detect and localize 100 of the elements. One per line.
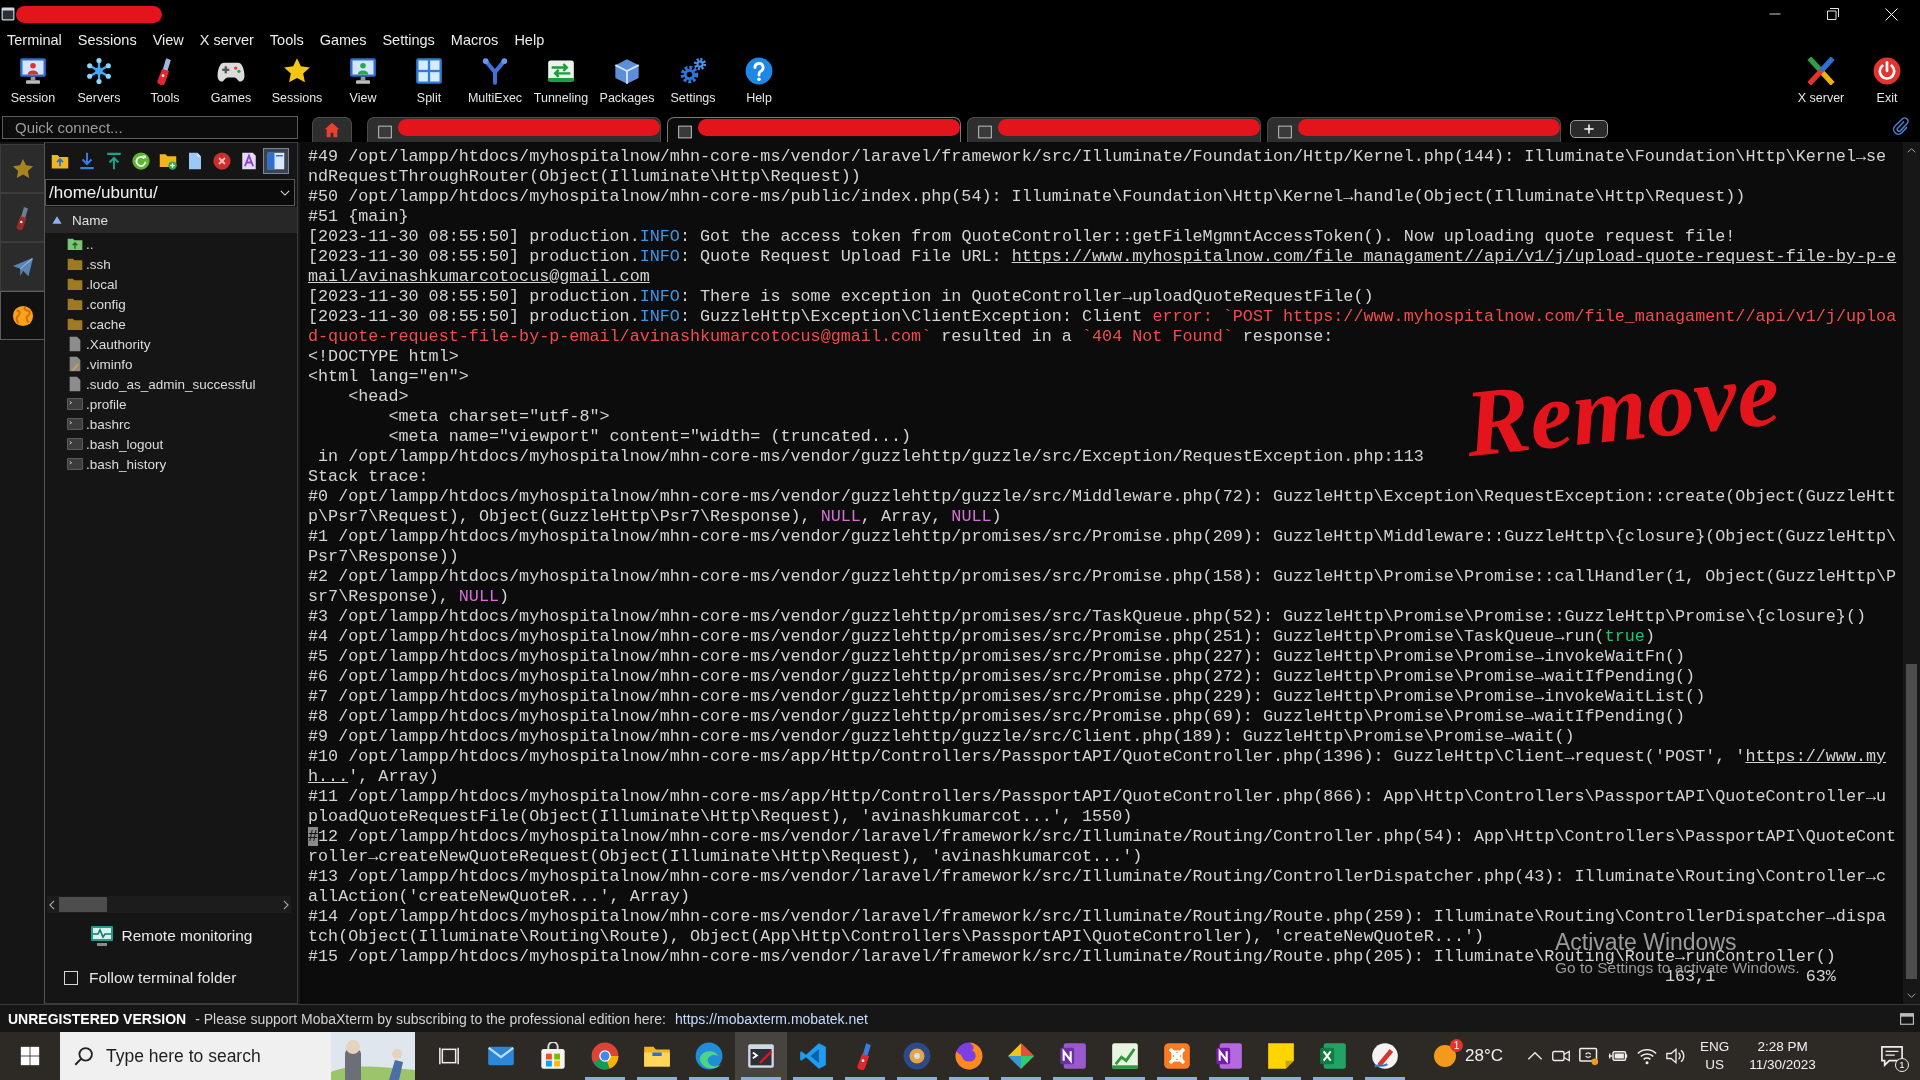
toolbar-button[interactable]: X server: [1788, 52, 1854, 112]
scrollbar-thumb[interactable]: [1906, 664, 1917, 979]
file-item[interactable]: .local: [45, 274, 297, 294]
file-item[interactable]: .profile: [45, 394, 297, 414]
session-tab[interactable]: [667, 117, 961, 142]
toolbar-button[interactable]: Exit: [1854, 52, 1920, 112]
chevron-right-icon: [281, 899, 291, 910]
language-indicator[interactable]: ENG US: [1700, 1038, 1730, 1074]
restore-icon[interactable]: [1827, 8, 1839, 20]
quick-connect-field[interactable]: Quick connect...: [2, 116, 298, 139]
handwritten-annotation: Remove: [1460, 343, 1784, 473]
menu-item[interactable]: Macros: [443, 32, 506, 48]
website-link[interactable]: https://mobaxterm.mobatek.net: [674, 1010, 868, 1027]
toolbar-button[interactable]: Tools: [132, 52, 198, 112]
window-icon[interactable]: [1900, 1011, 1914, 1026]
taskbar-app[interactable]: [735, 1032, 787, 1080]
toolbar-button[interactable]: Sessions: [264, 52, 330, 112]
file-item[interactable]: .ssh: [45, 254, 297, 274]
scrollbar-thumb[interactable]: [59, 897, 107, 912]
file-item[interactable]: .sudo_as_admin_successful: [45, 374, 297, 394]
terminal-link[interactable]: mail/avinashkumarcotocus@gmail.com: [308, 267, 650, 286]
terminal-line: #10 /opt/lampp/htdocs/myhospitalnow/mhn-core-ms/app/Http/Controllers/PassportAPI/QuoteController.php(1396): GuzzleHttp\Client→request('POST', 'https://www.my: [308, 747, 1887, 767]
speaker-icon[interactable]: [1666, 1046, 1686, 1066]
terminal-line: [2023-11-30 08:55:50] production.INFO: There is some exception in QuoteController→uploadQuoteRequestFile(): [308, 287, 1374, 307]
menu-item[interactable]: Terminal: [0, 32, 69, 48]
menu-item[interactable]: Sessions: [70, 32, 144, 48]
menu-item[interactable]: Games: [312, 32, 374, 48]
terminal-icon: [1, 7, 15, 21]
file-icon: [67, 336, 83, 352]
file-item[interactable]: ..: [45, 234, 297, 254]
file-item[interactable]: .viminfo: [45, 354, 297, 374]
sidebar-tab[interactable]: [0, 291, 44, 340]
file-tool-button[interactable]: [263, 148, 289, 174]
toolbar-button[interactable]: Games: [198, 52, 264, 112]
terminal-link[interactable]: https://www.myhospitalnow.com/file_managament//api/v1/j/upload-quote-request-file-by-p-e: [1011, 247, 1897, 266]
display-icon[interactable]: [1579, 1046, 1599, 1066]
terminal-link[interactable]: h...: [308, 767, 349, 786]
home-icon: [324, 122, 340, 138]
checkbox[interactable]: [64, 971, 78, 985]
toolbar-button[interactable]: Help: [726, 52, 792, 112]
terminal-line: #14 /opt/lampp/htdocs/myhospitalnow/mhn-core-ms/vendor/laravel/framework/src/Illuminate/Routing/Route.php(259): Illuminate\Routing\ControllerDispatcher→dispa: [308, 907, 1887, 927]
package-icon: [613, 57, 641, 85]
toolbar-button[interactable]: View: [330, 52, 396, 112]
toolbar-button[interactable]: Settings: [660, 52, 726, 112]
terminal-file-icon: [67, 436, 83, 452]
terminal-line: p\Psr7\Request), Object(GuzzleHttp\Psr7\Response), NULL, Array, NULL): [308, 507, 1002, 527]
terminal-icon: [678, 125, 692, 139]
toolbar-button[interactable]: Session: [0, 52, 66, 112]
home-tab[interactable]: [312, 117, 352, 142]
column-header[interactable]: Name: [45, 207, 297, 233]
file-item[interactable]: .bashrc: [45, 414, 297, 434]
terminal-line: #7 /opt/lampp/htdocs/myhospitalnow/mhn-core-ms/vendor/guzzlehttp/promises/src/Promise.php(229): GuzzleHttp\Promise\Promise→invokeWaitList(): [308, 687, 1706, 707]
file-item[interactable]: .bash_logout: [45, 434, 297, 454]
panel-icon: [267, 152, 285, 170]
close-icon[interactable]: [1884, 7, 1898, 21]
new-tab-button[interactable]: [1570, 120, 1608, 138]
network-nodes-icon: [85, 57, 113, 85]
clock[interactable]: 2:28 PM 11/30/2023: [1749, 1038, 1816, 1074]
file-item[interactable]: .config: [45, 294, 297, 314]
document-icon: [186, 152, 204, 170]
folder-icon: [67, 316, 83, 332]
sidebar-tab[interactable]: [0, 144, 44, 193]
terminal-line: [2023-11-30 08:55:50] production.INFO: Quote Request Upload File URL: https://www.myhospitalnow.com/file_managament//api/v1/j/upload-quote-request-file-by-p-e: [308, 247, 1897, 267]
menu-item[interactable]: X server: [192, 32, 261, 48]
refresh-icon: [132, 152, 150, 170]
terminal-line: #49 /opt/lampp/htdocs/myhospitalnow/mhn-core-ms/vendor/laravel/framework/src/Illuminate/Foundation/Http/Kernel.php(144): Illuminate\Foundation\Http\Kernel→se: [308, 147, 1887, 167]
menu-item[interactable]: Settings: [375, 32, 442, 48]
session-tab[interactable]: [1267, 117, 1561, 142]
terminal-icon: [1278, 125, 1292, 139]
toolbar-button[interactable]: Servers: [66, 52, 132, 112]
terminal-link[interactable]: https://www.my: [1745, 747, 1887, 766]
file-item[interactable]: .cache: [45, 314, 297, 334]
weather-widget[interactable]: 1 28°C: [1433, 1032, 1503, 1080]
menu-item[interactable]: Tools: [262, 32, 311, 48]
notification-badge: 1: [1895, 1058, 1909, 1072]
remote-monitoring-button[interactable]: Remote monitoring: [85, 921, 257, 950]
code-icon: [799, 1042, 827, 1070]
session-tab[interactable]: [367, 117, 661, 142]
menu-item[interactable]: Help: [507, 32, 552, 48]
vertical-scrollbar[interactable]: [1903, 142, 1920, 1004]
toolbar-button[interactable]: Tunneling: [528, 52, 594, 112]
paperclip-icon[interactable]: [1892, 117, 1910, 135]
terminal-line: #0 /opt/lampp/htdocs/myhospitalnow/mhn-core-ms/vendor/guzzlehttp/guzzle/src/Middleware.php(72): GuzzleHttp\Exception\RequestException::create(Object(GuzzleHtt: [308, 487, 1897, 507]
horizontal-scrollbar[interactable]: [47, 896, 291, 913]
file-item[interactable]: .Xauthority: [45, 334, 297, 354]
search-field[interactable]: Type here to search: [106, 1041, 319, 1071]
file-item[interactable]: .bash_history: [45, 454, 297, 474]
terminal-line: #6 /opt/lampp/htdocs/myhospitalnow/mhn-core-ms/vendor/guzzlehttp/promises/src/Promise.php(272): GuzzleHttp\Promise\Promise→waitIfPending(): [308, 667, 1696, 687]
sidebar-tab[interactable]: [0, 242, 44, 291]
swirl-globe-icon: [955, 1042, 983, 1070]
toolbar-button[interactable]: Split: [396, 52, 462, 112]
speech-bubble-icon[interactable]: [1881, 1045, 1903, 1067]
toolbar-button[interactable]: MultiExec: [462, 52, 528, 112]
menu-item[interactable]: View: [145, 32, 191, 48]
wifi-icon[interactable]: [1637, 1046, 1657, 1066]
diamond-icon: [1007, 1042, 1035, 1070]
session-tab[interactable]: [967, 117, 1261, 142]
search-box[interactable]: Type here to search: [60, 1032, 415, 1080]
toolbar-button[interactable]: Packages: [594, 52, 660, 112]
terminal-line: #51 {main}: [308, 207, 409, 227]
